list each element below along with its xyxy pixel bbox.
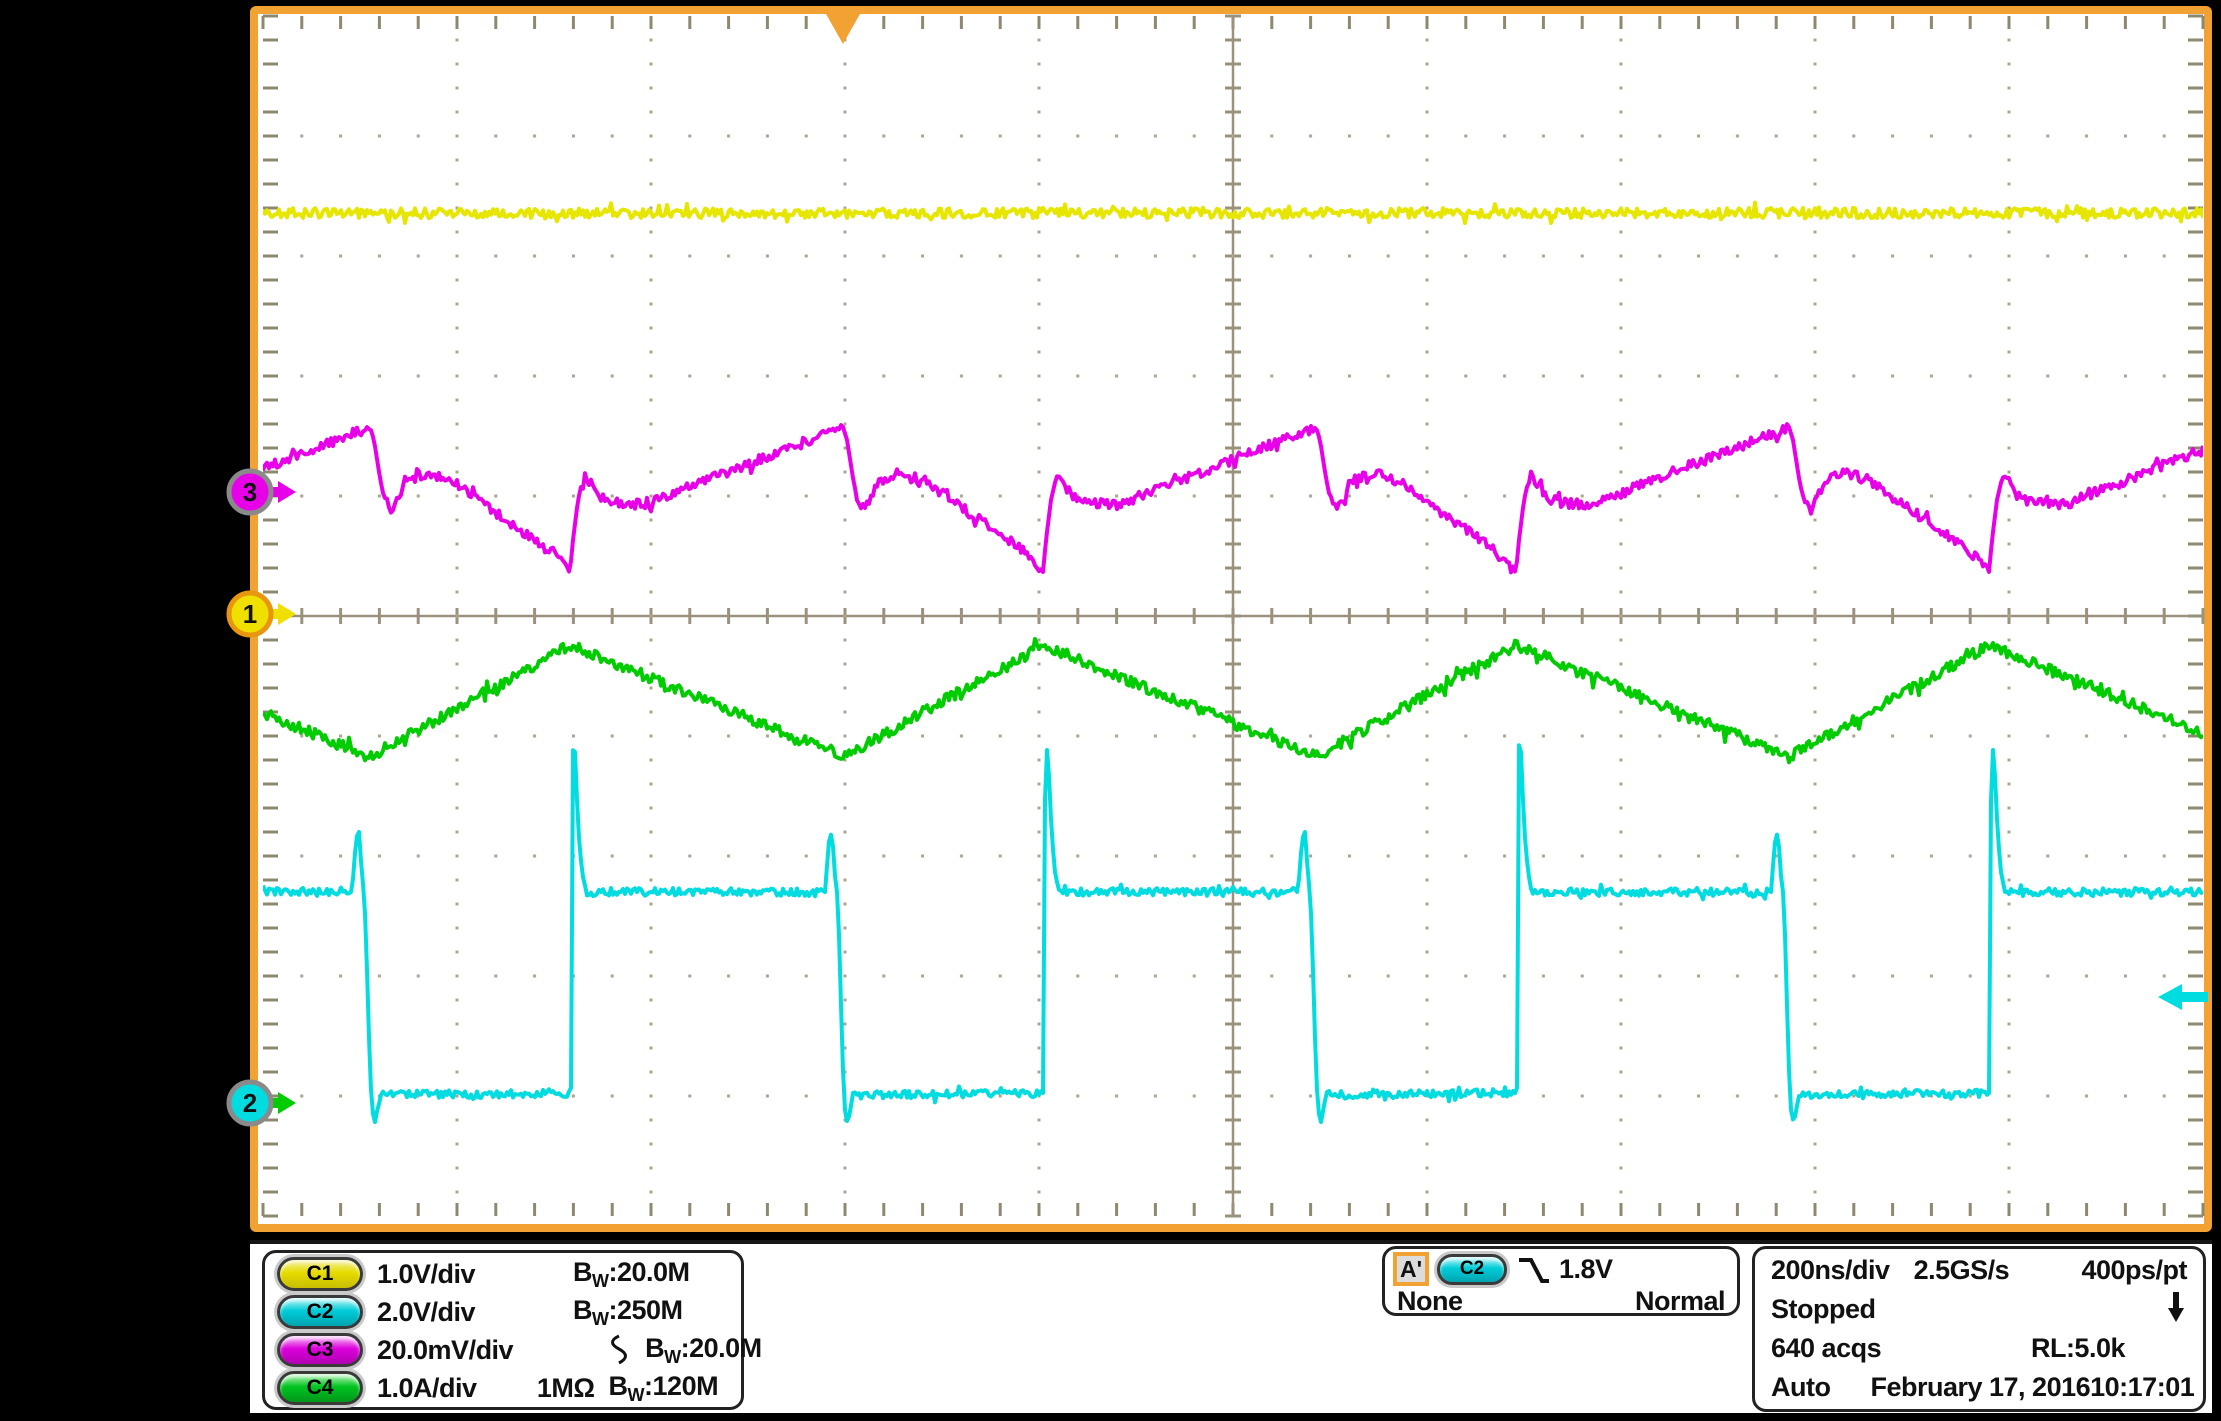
channel-row-c2: C2 2.0V/div BW:250M xyxy=(265,1293,741,1331)
resolution-label: 400ps/pt xyxy=(2081,1255,2187,1286)
trigger-source-row: A' C2 1.8V xyxy=(1385,1249,1737,1287)
datetime-row: Auto February 17, 2016 10:17:01 xyxy=(1755,1368,2203,1407)
trigger-source-button[interactable]: C2 xyxy=(1437,1254,1507,1285)
c1-scale-label: 1.0V/div xyxy=(377,1259,475,1290)
acqs-count-label: 640 acqs xyxy=(1771,1333,1881,1364)
trigger-level-label: 1.8V xyxy=(1559,1254,1613,1285)
horizontal-acquisition-panel[interactable]: 200ns/div 2.5GS/s 400ps/pt Stopped 640 a… xyxy=(1752,1246,2206,1412)
c1-bandwidth-label: BW:20.0M xyxy=(573,1257,729,1292)
date-label: February 17, 2016 xyxy=(1870,1372,2090,1403)
c2-bandwidth-label: BW:250M xyxy=(573,1295,729,1330)
acquisition-state-row: Stopped xyxy=(1755,1290,2203,1329)
c4-bandwidth-label: BW:120M xyxy=(609,1371,765,1406)
channel-settings-panel[interactable]: C1 1.0V/div BW:20.0M C2 2.0V/div BW:250M… xyxy=(262,1250,744,1410)
channel-c1-button[interactable]: C1 xyxy=(277,1257,363,1291)
trigger-holdoff-label: None xyxy=(1397,1286,1463,1317)
trigger-mode-label: Normal xyxy=(1635,1286,1725,1317)
record-length-label: RL:5.0k xyxy=(2031,1333,2187,1364)
channel-row-c1: C1 1.0V/div BW:20.0M xyxy=(265,1255,741,1293)
trigger-mode-row: None Normal xyxy=(1385,1287,1737,1315)
channel-row-c4: C4 1.0A/div 1MΩ BW:120M xyxy=(265,1369,741,1407)
oscilloscope-app: C1 1.0V/div BW:20.0M C2 2.0V/div BW:250M… xyxy=(0,0,2221,1421)
acquisition-state-label: Stopped xyxy=(1771,1294,1876,1325)
channel-row-c3: C3 20.0mV/div BW:20.0M xyxy=(265,1331,741,1369)
sample-rate-label: 2.5GS/s xyxy=(1914,1255,2010,1286)
scope-display xyxy=(250,6,2212,1232)
c4-scale-label: 1.0A/div xyxy=(377,1373,477,1404)
trigger-panel[interactable]: A' C2 1.8V None Normal xyxy=(1382,1246,1740,1316)
timebase-label: 200ns/div xyxy=(1771,1255,1890,1286)
trigger-a-button[interactable]: A' xyxy=(1393,1252,1429,1286)
channel-c2-button[interactable]: C2 xyxy=(277,1295,363,1329)
trigger-mode-auto-label: Auto xyxy=(1771,1372,1830,1403)
channel-c4-button[interactable]: C4 xyxy=(277,1371,363,1405)
readout-bar: C1 1.0V/div BW:20.0M C2 2.0V/div BW:250M… xyxy=(250,1240,2212,1413)
c4-impedance-label: 1MΩ xyxy=(491,1373,595,1404)
temperature-arrow-icon xyxy=(2165,1290,2187,1329)
c3-scale-label: 20.0mV/div xyxy=(377,1335,513,1366)
falling-edge-icon xyxy=(1515,1252,1551,1286)
c3-bandwidth-label: BW:20.0M xyxy=(645,1333,801,1368)
ac-coupling-icon xyxy=(605,1333,631,1367)
c2-scale-label: 2.0V/div xyxy=(377,1297,475,1328)
c3-coupling xyxy=(527,1333,631,1367)
channel-c3-button[interactable]: C3 xyxy=(277,1333,363,1367)
time-label: 10:17:01 xyxy=(2090,1372,2194,1403)
timebase-row: 200ns/div 2.5GS/s 400ps/pt xyxy=(1755,1251,2203,1290)
acqs-row: 640 acqs RL:5.0k xyxy=(1755,1329,2203,1368)
